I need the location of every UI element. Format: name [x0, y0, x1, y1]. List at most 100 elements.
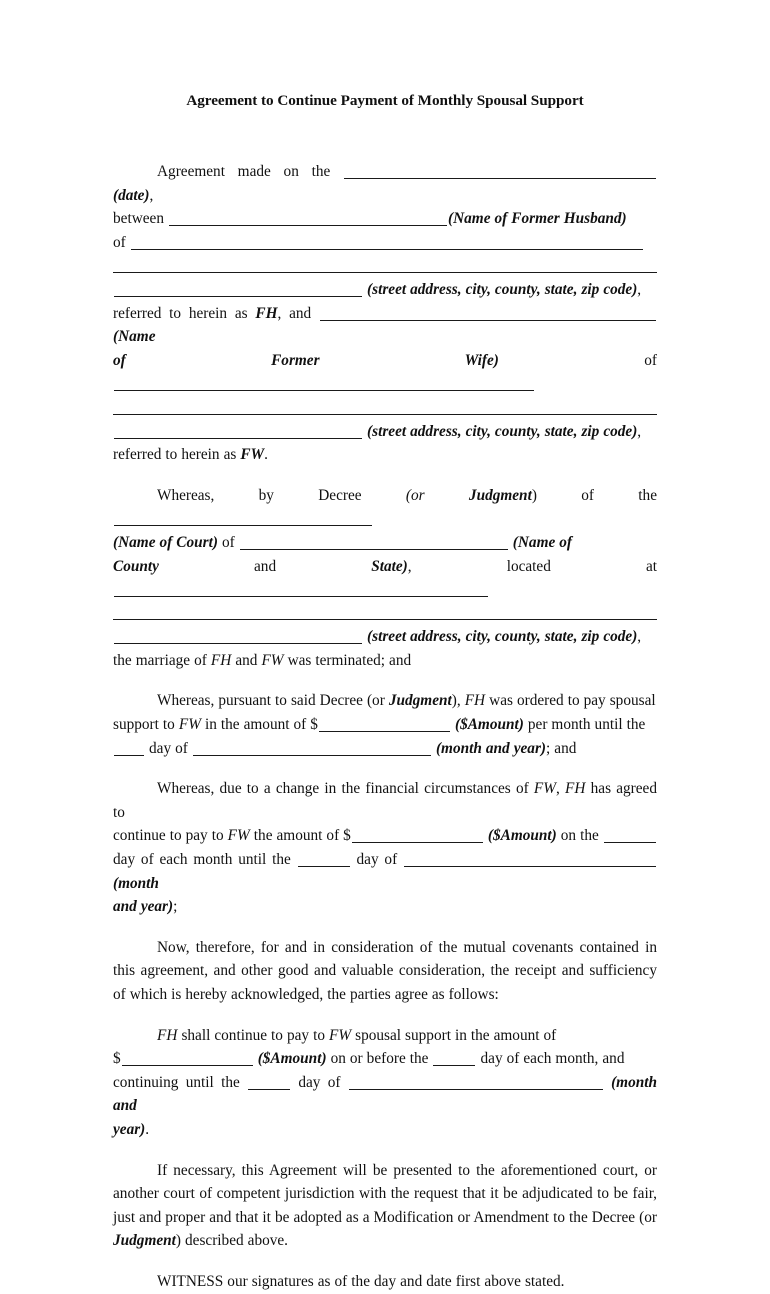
fill-in-new-end-day[interactable] [297, 853, 350, 868]
paragraph-whereas-decree: Whereas, by Decree (or Judgment) of the … [113, 484, 657, 602]
paragraph-whereas-pursuant: Whereas, pursuant to said Decree (or Jud… [113, 689, 657, 760]
fill-in-court-location-line2[interactable] [113, 619, 657, 621]
p4-text-4: continue to pay to [113, 827, 224, 845]
p1-text-2: , [149, 186, 154, 204]
abbr-former-husband-1: FH [255, 304, 278, 322]
p3-text-5: in the amount of $ [204, 716, 318, 734]
annotation-month-and-year-2a: (month [113, 874, 159, 892]
p2-text-4: of [221, 533, 235, 551]
abbr-former-wife-6: FW [329, 1026, 352, 1044]
p2-text-2: (or [405, 486, 425, 504]
paragraph-whereas-change: Whereas, due to a change in the financia… [113, 777, 657, 919]
paragraph-now-therefore: Now, therefore, for and in consideration… [113, 936, 657, 1007]
document-body: Agreement made on the (date), between (N… [113, 160, 657, 1294]
fill-in-county-state[interactable] [239, 536, 508, 550]
p3-text-3: was ordered to pay spousal [489, 692, 656, 710]
p1-text-7: , and [277, 304, 312, 322]
p8-text-1: WITNESS our signatures as of the day and… [157, 1272, 565, 1290]
p1-text-9: , [637, 422, 642, 440]
abbr-former-wife-4: FW [533, 780, 556, 798]
fill-in-court-name[interactable] [114, 512, 372, 527]
fill-in-husband-address-line1[interactable] [130, 236, 643, 250]
fill-in-continuing-end-day[interactable] [248, 1076, 291, 1090]
p6-text-3: $ [113, 1050, 121, 1068]
annotation-name-of-court: (Name of Court) [113, 533, 218, 551]
fill-in-new-payment-day[interactable] [603, 829, 656, 844]
annotation-month-and-year-2b: and year) [113, 898, 174, 916]
fill-in-wife-address-line3[interactable] [114, 425, 362, 439]
annotation-amount-3: ($Amount) [257, 1050, 327, 1068]
annotation-month-and-year-3b: year) [113, 1120, 146, 1138]
p4-text-1: Whereas, due to a change in the financia… [157, 780, 529, 798]
p4-text-8: day of [356, 851, 398, 869]
p1-text-4: of [113, 233, 126, 251]
annotation-amount-1: ($Amount) [454, 716, 524, 734]
p4-text-5: the amount of $ [253, 827, 351, 845]
p3-text-7: day of [149, 739, 188, 757]
annotation-judgment-1: Judgment [468, 486, 532, 504]
fill-in-husband-address-line2[interactable] [113, 271, 657, 273]
fill-in-wife-address-line1[interactable] [114, 377, 534, 392]
p4-text-9: ; [173, 898, 178, 916]
fill-in-court-location-line3[interactable] [114, 630, 362, 645]
annotation-street-address-wife: (street address, city, county, state, zi… [367, 422, 638, 440]
document-page: Agreement to Continue Payment of Monthly… [0, 0, 770, 1290]
p3-text-8: ; and [546, 739, 577, 757]
annotation-judgment-2: Judgment [388, 692, 452, 710]
p2-text-7: , [637, 628, 642, 646]
fill-in-court-location-line1[interactable] [114, 583, 488, 598]
fill-in-wife-address-line2-row [113, 396, 657, 420]
paragraph-fh-shall-continue: FH shall continue to pay to FW spousal s… [113, 1024, 657, 1142]
abbr-former-wife-3: FW [178, 716, 201, 734]
p6-text-2: spousal support in the amount of [355, 1026, 557, 1044]
p6-text-7: day of [298, 1073, 341, 1091]
fill-in-original-end-month-year[interactable] [192, 742, 431, 756]
p3-text-2: ), [451, 692, 461, 710]
fill-in-new-end-month-year[interactable] [404, 853, 657, 868]
fill-in-former-husband-name[interactable] [169, 212, 447, 227]
paragraph-court-address-caption: (street address, city, county, state, zi… [113, 625, 657, 672]
fill-in-original-end-day[interactable] [114, 742, 144, 756]
p6-text-8: . [145, 1120, 150, 1138]
fill-in-court-location-line2-row [113, 602, 657, 626]
p1-text-10: referred to herein as [113, 446, 237, 464]
fill-in-continuing-amount[interactable] [121, 1052, 253, 1067]
p3-text-6: per month until the [527, 716, 646, 734]
fill-in-date[interactable] [344, 165, 656, 179]
abbr-former-wife-5: FW [227, 827, 250, 845]
abbr-former-husband-5: FH [157, 1026, 178, 1044]
p4-text-7: day of each month until the [113, 851, 291, 869]
p1-text-11: . [264, 446, 268, 464]
p1-text-5: , [637, 280, 642, 298]
p4-text-2: , [555, 780, 560, 798]
p6-text-5: day of each month, and [480, 1050, 625, 1068]
abbr-former-husband-4: FH [565, 780, 586, 798]
annotation-name-of-former-wife-b: of Former Wife) [113, 351, 499, 369]
p2-text-1: Whereas, by Decree [157, 486, 362, 504]
abbr-former-wife-1: FW [240, 446, 265, 464]
document-title: Agreement to Continue Payment of Monthly… [186, 92, 584, 109]
paragraph-witness: WITNESS our signatures as of the day and… [113, 1270, 657, 1294]
fill-in-continuing-payment-day[interactable] [433, 1052, 476, 1067]
fill-in-continuing-end-month-year[interactable] [348, 1076, 603, 1090]
fill-in-former-wife-name[interactable] [320, 307, 657, 321]
fill-in-wife-address-line2[interactable] [113, 413, 657, 415]
p2-text-10: was terminated; and [287, 651, 412, 669]
fill-in-new-amount[interactable] [351, 829, 483, 844]
paragraph-wife-address-caption: (street address, city, county, state, zi… [113, 420, 657, 467]
p1-text-1: Agreement made on the [157, 163, 331, 180]
fill-in-original-amount[interactable] [318, 718, 450, 733]
p6-text-1: shall continue to pay to [181, 1026, 325, 1044]
p6-text-6: continuing until the [113, 1073, 240, 1091]
annotation-name-of-county-b: County [113, 557, 159, 575]
fill-in-husband-address-line3[interactable] [114, 283, 362, 297]
fill-in-husband-address-line2-row [113, 254, 657, 278]
annotation-name-of-former-husband: (Name of Former Husband) [448, 210, 627, 228]
p2-text-8: the marriage of [113, 651, 207, 669]
